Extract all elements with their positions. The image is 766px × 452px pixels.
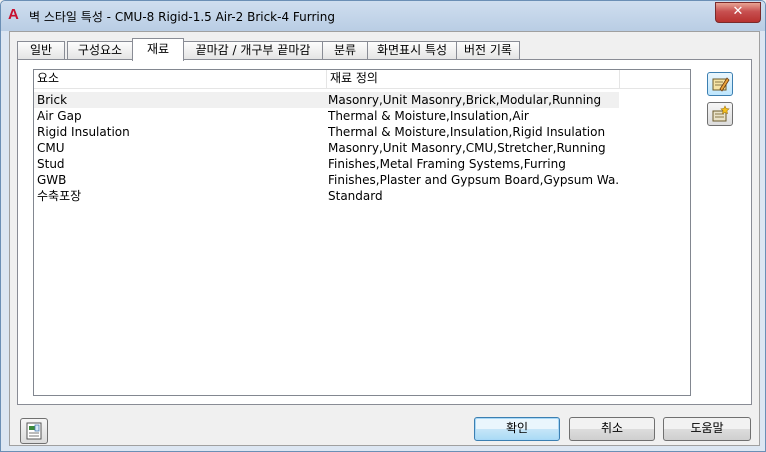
dialog-client-area: 일반 구성요소 재료 끝마감 / 개구부 끝마감 분류 화면표시 특성 버전 기… — [9, 31, 760, 446]
tab-materials[interactable]: 재료 — [132, 38, 184, 61]
material-cell[interactable]: Thermal & Moisture,Insulation,Rigid Insu… — [328, 124, 618, 140]
window-title: 벽 스타일 특성 - CMU-8 Rigid-1.5 Air-2 Brick-4… — [29, 10, 335, 24]
table-row[interactable]: GWB Finishes,Plaster and Gypsum Board,Gy… — [34, 172, 690, 188]
component-cell: 수축포장 — [37, 189, 82, 203]
ok-button[interactable]: 확인 — [474, 417, 560, 441]
column-header-material[interactable]: 재료 정의 — [327, 70, 620, 88]
autocad-logo-icon: A — [8, 6, 19, 23]
material-cell[interactable]: Thermal & Moisture,Insulation,Air — [328, 108, 618, 124]
table-row[interactable]: Rigid Insulation Thermal & Moisture,Insu… — [34, 124, 690, 140]
help-button[interactable]: 도움말 — [663, 417, 751, 441]
new-material-icon — [712, 105, 730, 122]
component-cell: Brick — [37, 93, 68, 107]
materials-list[interactable]: 요소 재료 정의 Brick Masonry,Unit Masonry,Bric… — [33, 69, 691, 396]
tab-classifications[interactable]: 분류 — [322, 41, 368, 60]
new-material-button[interactable] — [707, 102, 733, 126]
materials-panel: 요소 재료 정의 Brick Masonry,Unit Masonry,Bric… — [17, 59, 752, 405]
table-row[interactable]: Stud Finishes,Metal Framing Systems,Furr… — [34, 156, 690, 172]
cancel-button[interactable]: 취소 — [569, 417, 655, 441]
close-button[interactable]: ✕ — [715, 2, 761, 23]
material-cell[interactable]: Masonry,Unit Masonry,CMU,Stretcher,Runni… — [328, 140, 618, 156]
table-row[interactable]: CMU Masonry,Unit Masonry,CMU,Stretcher,R… — [34, 140, 690, 156]
list-header: 요소 재료 정의 — [34, 70, 690, 89]
component-cell: GWB — [37, 173, 67, 187]
tab-components[interactable]: 구성요소 — [67, 41, 133, 60]
material-cell[interactable]: Finishes,Plaster and Gypsum Board,Gypsum… — [328, 172, 618, 188]
component-cell: Rigid Insulation — [37, 125, 130, 139]
table-row[interactable]: Brick Masonry,Unit Masonry,Brick,Modular… — [34, 92, 619, 108]
table-row[interactable]: Air Gap Thermal & Moisture,Insulation,Ai… — [34, 108, 690, 124]
column-header-component[interactable]: 요소 — [34, 70, 327, 88]
dialog-window: A 벽 스타일 특성 - CMU-8 Rigid-1.5 Air-2 Brick… — [0, 0, 766, 452]
component-cell: Air Gap — [37, 109, 82, 123]
material-cell[interactable]: Standard — [328, 188, 618, 204]
tab-endcaps-openings[interactable]: 끝마감 / 개구부 끝마감 — [183, 41, 323, 60]
tab-display-properties[interactable]: 화면표시 특성 — [367, 41, 457, 60]
table-row[interactable]: 수축포장 Standard — [34, 188, 690, 204]
component-cell: Stud — [37, 157, 65, 171]
tab-version-history[interactable]: 버전 기록 — [456, 41, 520, 60]
title-bar[interactable]: A 벽 스타일 특성 - CMU-8 Rigid-1.5 Air-2 Brick… — [1, 1, 765, 31]
style-manager-icon — [26, 422, 42, 440]
style-manager-button[interactable] — [20, 418, 48, 444]
edit-material-icon — [712, 77, 730, 92]
material-cell[interactable]: Finishes,Metal Framing Systems,Furring — [328, 156, 618, 172]
component-cell: CMU — [37, 141, 65, 155]
edit-material-button[interactable] — [707, 72, 733, 96]
tab-general[interactable]: 일반 — [17, 41, 65, 60]
material-cell[interactable]: Masonry,Unit Masonry,Brick,Modular,Runni… — [328, 92, 618, 108]
